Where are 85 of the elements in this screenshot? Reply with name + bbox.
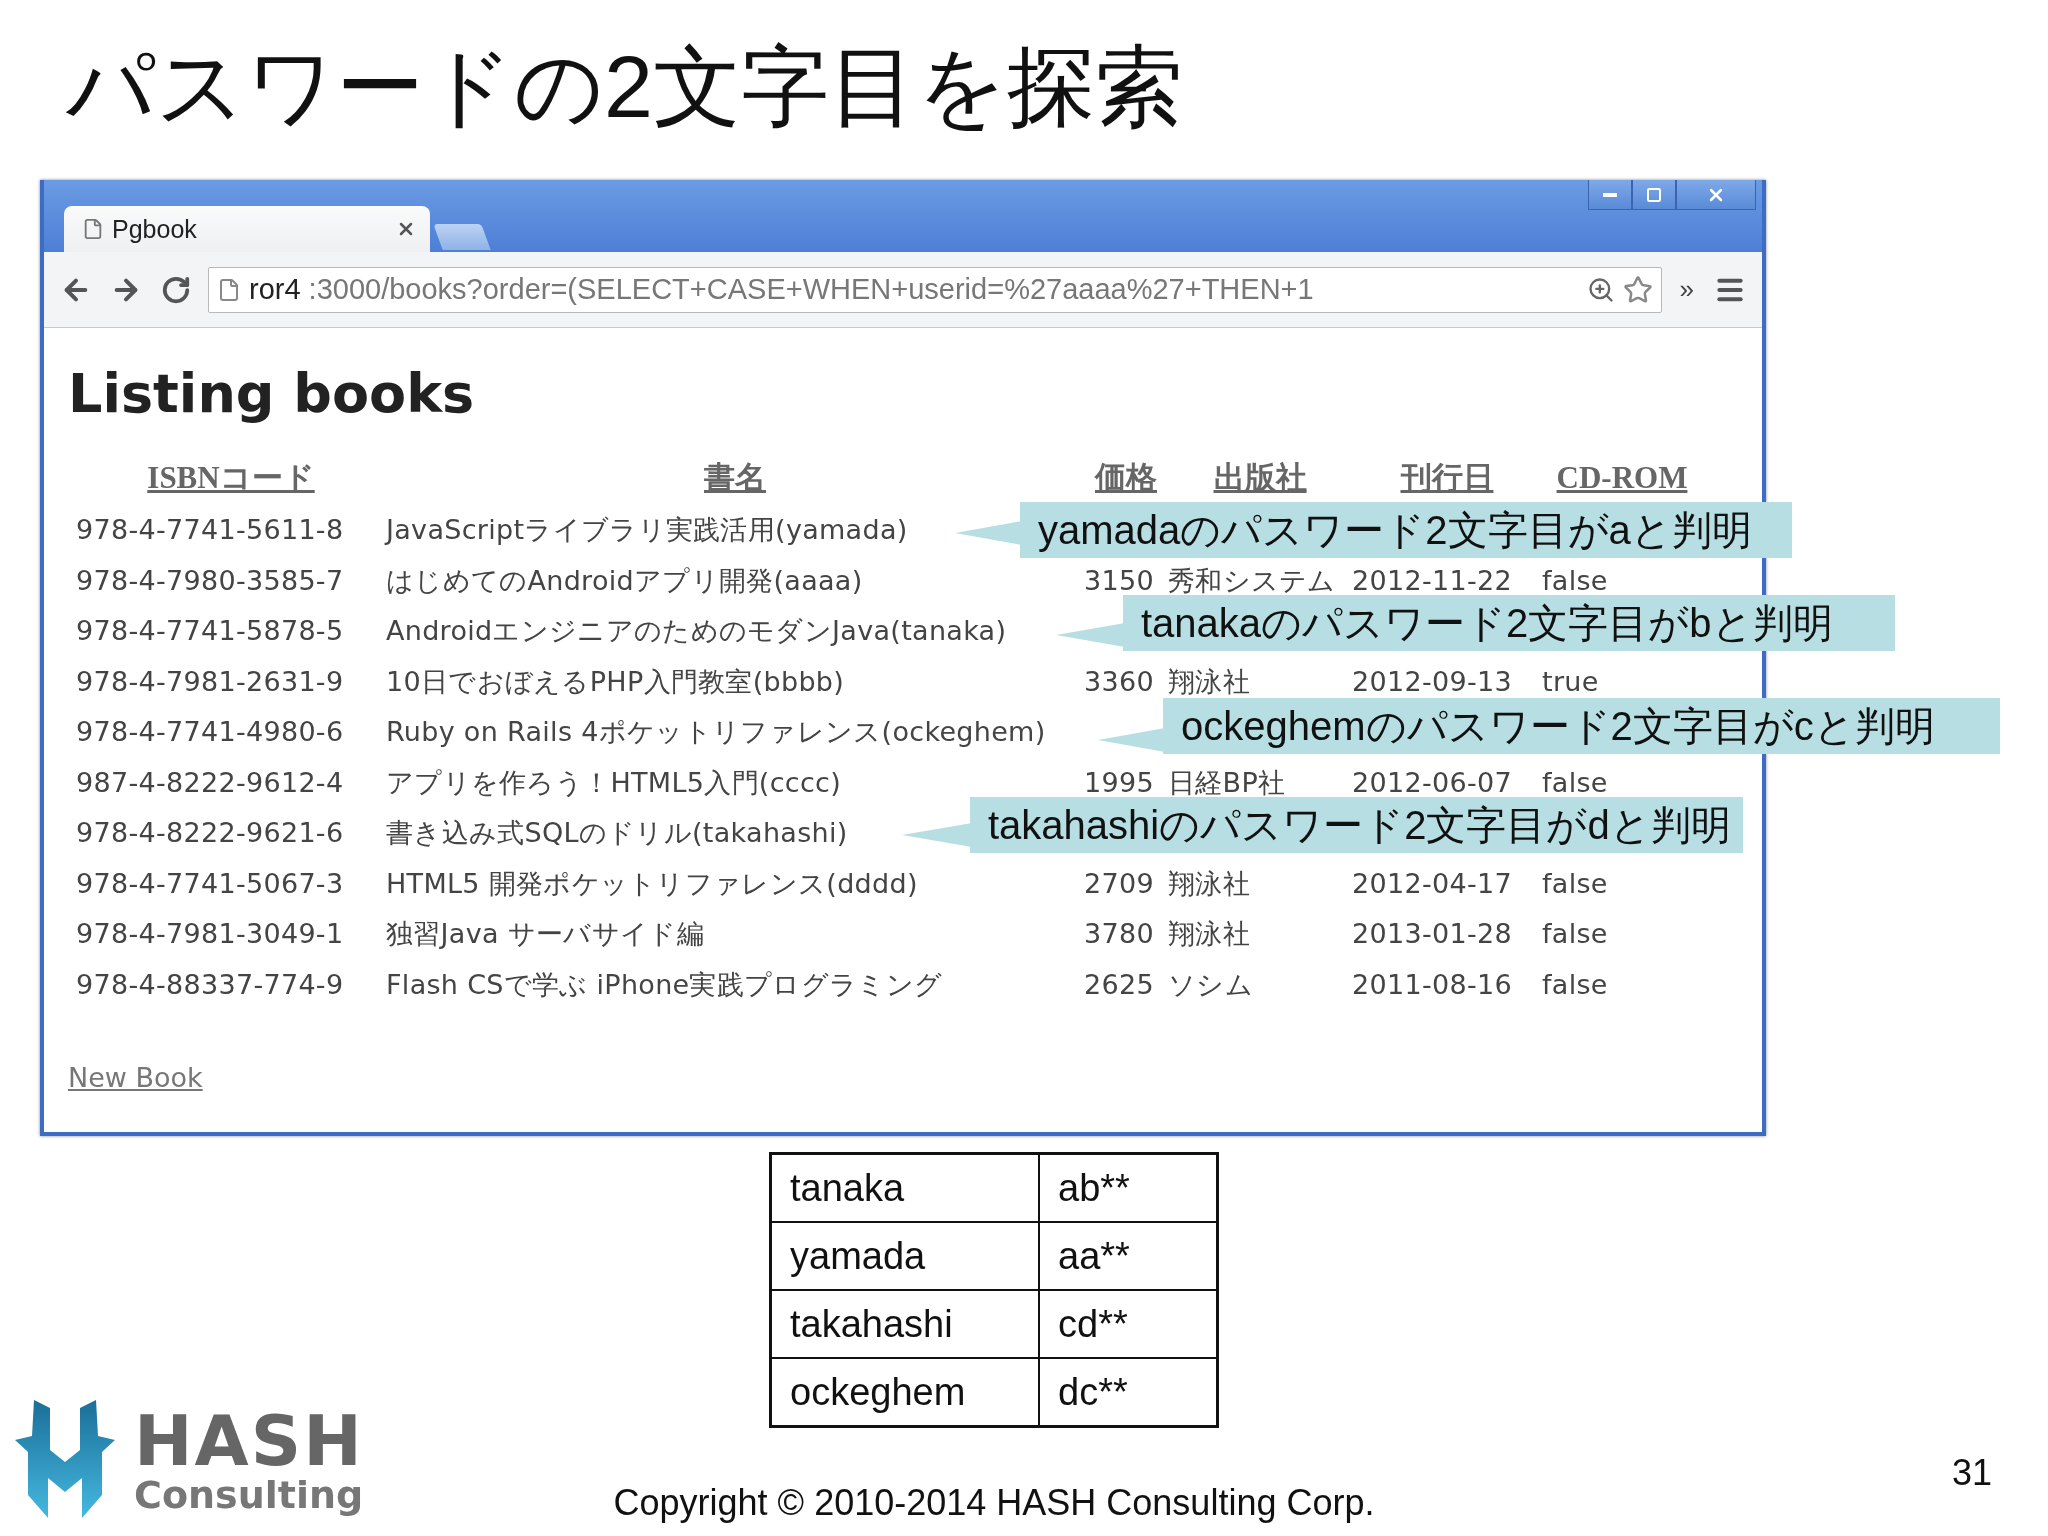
minimize-button[interactable] xyxy=(1588,180,1632,210)
table-cell-text: AndroidエンジニアのためのモダンJava(tanaka) xyxy=(386,614,1007,648)
table-cell-text: JavaScriptライブラリ実践活用(yamada) xyxy=(386,513,908,547)
table-cell-text: 日経BP社 xyxy=(1168,765,1286,800)
maximize-icon xyxy=(1646,186,1662,203)
table-cell-text: 1995 xyxy=(1084,765,1154,800)
column-header[interactable]: ISBNコード xyxy=(147,461,315,495)
table-cell-text: false xyxy=(1542,866,1608,901)
column-header[interactable]: 書名 xyxy=(704,461,766,495)
table-cell-text: 2709 xyxy=(1084,866,1154,901)
page-icon xyxy=(217,277,241,302)
table-cell-text: 2013-01-28 xyxy=(1352,917,1512,951)
column-header[interactable]: 出版社 xyxy=(1213,461,1307,495)
table-cell-text: Ruby on Rails 4ポケットリファレンス(ockeghem) xyxy=(386,715,1046,749)
overflow-button[interactable]: » xyxy=(1675,274,1698,305)
table-cell-text: ソシム xyxy=(1168,967,1253,1002)
callout-text: ockeghemのパスワード2文字目がcと判明 xyxy=(1163,698,2000,754)
callout-pointer xyxy=(1056,623,1125,647)
table-cell-text: 2012-06-07 xyxy=(1352,765,1512,800)
table-cell-text: 3360 xyxy=(1084,664,1154,699)
table-cell-text: アプリを作ろう！HTML5入門(cccc) xyxy=(386,765,842,800)
table-cell-text: 独習Java サーバサイド編 xyxy=(386,917,704,951)
table-cell-text: 978-4-7741-4980-6 xyxy=(76,715,344,749)
logo-text: HASH xyxy=(134,1406,364,1476)
table-cell-text: false xyxy=(1542,563,1608,598)
table-cell-text: 2012-11-22 xyxy=(1352,563,1512,598)
slide-title: パスワードの2文字目を探索 xyxy=(66,36,1183,138)
table-cell-text: 翔泳社 xyxy=(1168,866,1250,901)
table-cell-text: 2012-09-13 xyxy=(1352,664,1512,699)
column-header[interactable]: 価格 xyxy=(1095,461,1157,495)
table-cell-text: 2625 xyxy=(1084,967,1154,1002)
table-cell: takahashi xyxy=(771,1290,1039,1358)
logo-subtext: Consulting xyxy=(134,1476,364,1514)
table-cell-text: 978-4-7981-2631-9 xyxy=(76,664,344,699)
table-cell: ockeghem xyxy=(771,1358,1039,1426)
table-cell: tanaka xyxy=(771,1154,1039,1222)
table-cell-text: 翔泳社 xyxy=(1168,917,1250,951)
column-header[interactable]: CD-ROM xyxy=(1556,461,1688,495)
table-cell: aa** xyxy=(1039,1222,1217,1290)
new-book-link[interactable]: New Book xyxy=(68,1058,203,1098)
callout-pointer xyxy=(955,521,1022,545)
table-cell-text: 978-4-7741-5878-5 xyxy=(76,614,344,648)
maximize-button[interactable] xyxy=(1632,180,1676,210)
callout-pointer xyxy=(1098,728,1165,752)
table-cell-text: 10日でおぼえるPHP入門教室(bbbb) xyxy=(386,664,845,699)
table-cell-text: false xyxy=(1542,765,1608,800)
table-cell-text: 3150 xyxy=(1084,563,1154,598)
table-cell-text: はじめてのAndroidアプリ開発(aaaa) xyxy=(386,563,863,598)
table-cell: dc** xyxy=(1039,1358,1217,1426)
table-cell-text: false xyxy=(1542,967,1608,1002)
minimize-icon xyxy=(1603,192,1617,197)
table-cell-text: 978-4-88337-774-9 xyxy=(76,967,344,1002)
table-cell-text: 978-4-7981-3049-1 xyxy=(76,917,344,951)
table-cell: cd** xyxy=(1039,1290,1217,1358)
callout-text: takahashiのパスワード2文字目がdと判明 xyxy=(970,797,1743,853)
page-icon xyxy=(82,218,104,240)
callout-text: yamadaのパスワード2文字目がaと判明 xyxy=(1020,502,1792,558)
table-cell: yamada xyxy=(771,1222,1039,1290)
column-header[interactable]: 刊行日 xyxy=(1400,461,1494,495)
table-cell-text: 978-4-7741-5611-8 xyxy=(76,513,344,547)
table-cell-text: 翔泳社 xyxy=(1168,664,1250,699)
table-cell-text: 秀和システム xyxy=(1168,563,1336,598)
table-cell-text: 書き込み式SQLのドリル(takahashi) xyxy=(386,816,848,850)
copyright-text: Copyright © 2010-2014 HASH Consulting Corp. xyxy=(613,1482,1375,1524)
page-heading: Listing books xyxy=(68,362,475,426)
close-button[interactable] xyxy=(1676,180,1756,210)
table-cell-text: 978-4-7741-5067-3 xyxy=(76,866,344,901)
table-cell-text: HTML5 開発ポケットリファレンス(dddd) xyxy=(386,866,918,901)
page-number: 31 xyxy=(1951,1452,1992,1494)
browser-tab[interactable]: Pgbook xyxy=(64,206,430,252)
table-cell-text: true xyxy=(1542,664,1599,699)
zoom-icon[interactable] xyxy=(1586,275,1615,304)
table-cell-text: 978-4-8222-9621-6 xyxy=(76,816,344,850)
address-bar[interactable]: ror4 :3000/books?order=(SELECT+CASE+WHEN+userid=%27aaaa%27+THEN+1 xyxy=(208,266,1662,313)
table-cell: ab** xyxy=(1039,1154,1217,1222)
table-cell-text: 2012-04-17 xyxy=(1352,866,1512,901)
callout-pointer xyxy=(902,823,972,847)
table-cell-text: 978-4-7980-3585-7 xyxy=(76,563,344,598)
star-icon[interactable] xyxy=(1622,274,1653,305)
callout-text: tanakaのパスワード2文字目がbと判明 xyxy=(1123,595,1895,651)
table-cell-text: 987-4-8222-9612-4 xyxy=(76,765,344,800)
table-cell-text: false xyxy=(1542,917,1608,951)
table-cell-text: 3780 xyxy=(1084,917,1154,951)
table-cell-text: Flash CSで学ぶ iPhone実践プログラミング xyxy=(386,967,943,1002)
table-cell-text: 2011-08-16 xyxy=(1352,967,1512,1002)
